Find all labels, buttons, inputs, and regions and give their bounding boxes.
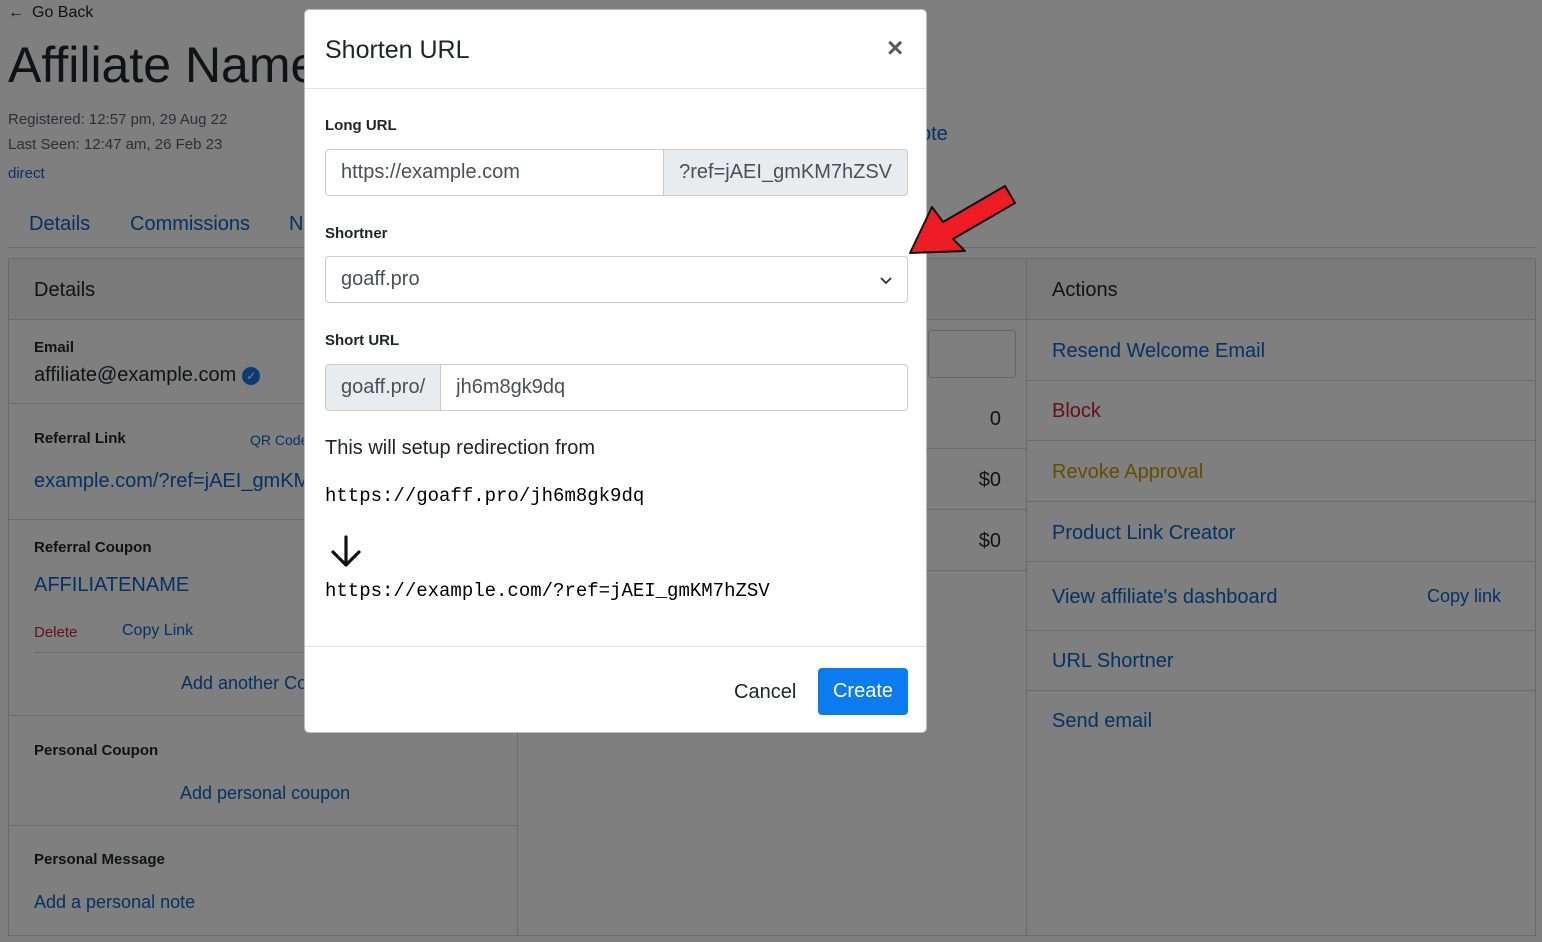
modal-header: Shorten URL × — [305, 10, 926, 89]
redirect-description: This will setup redirection from — [325, 437, 596, 459]
shortner-label: Shortner — [325, 225, 388, 242]
annotation-arrow-icon — [905, 180, 1020, 265]
modal-title: Shorten URL — [325, 36, 470, 64]
long-url-label: Long URL — [325, 117, 397, 134]
shorten-url-modal: Shorten URL × Long URL ?ref=jAEI_gmKM7hZ… — [304, 9, 927, 733]
short-url-label: Short URL — [325, 332, 400, 349]
short-url-input[interactable] — [440, 364, 908, 411]
modal-footer: Cancel Create — [305, 646, 926, 733]
redirect-from-url: https://goaff.pro/jh6m8gk9dq — [325, 485, 645, 507]
shortner-selected-value: goaff.pro — [341, 268, 420, 290]
arrow-down-icon — [329, 534, 363, 575]
long-url-input[interactable] — [325, 149, 664, 196]
short-url-prefix: goaff.pro/ — [325, 364, 441, 411]
long-url-suffix: ?ref=jAEI_gmKM7hZSV — [663, 149, 908, 196]
chevron-down-icon — [880, 272, 892, 288]
redirect-to-url: https://example.com/?ref=jAEI_gmKM7hZSV — [325, 580, 770, 602]
cancel-button[interactable]: Cancel — [718, 669, 812, 716]
close-icon[interactable]: × — [887, 34, 903, 62]
shortner-select[interactable]: goaff.pro — [325, 256, 908, 303]
short-url-group: goaff.pro/ — [325, 364, 908, 411]
long-url-group: ?ref=jAEI_gmKM7hZSV — [325, 149, 908, 196]
create-button[interactable]: Create — [818, 668, 908, 715]
